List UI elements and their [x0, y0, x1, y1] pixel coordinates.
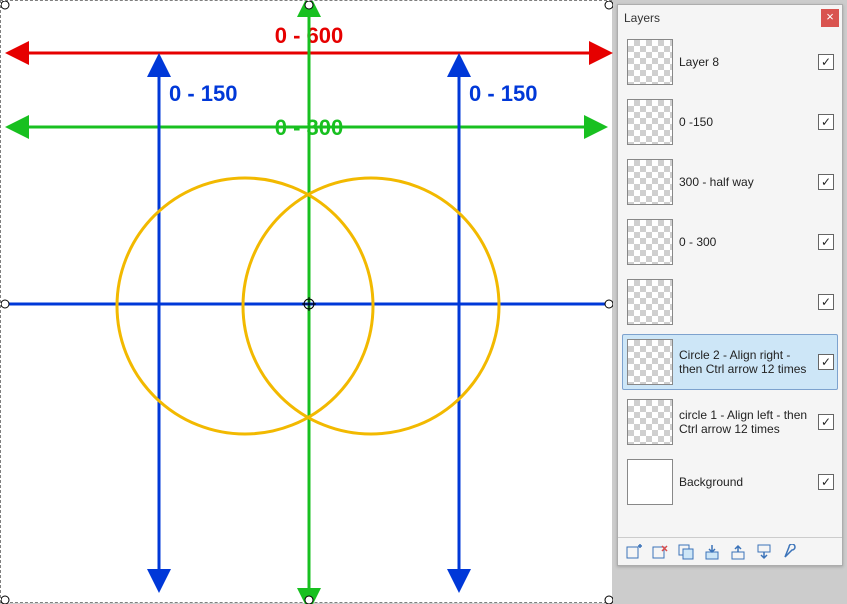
visibility-checkbox[interactable]	[818, 174, 834, 190]
canvas-area[interactable]: 0 - 600 0 - 300 0 - 150 0 - 150	[0, 0, 612, 603]
layer-thumbnail	[627, 99, 673, 145]
move-down-button[interactable]	[754, 542, 774, 562]
layers-list[interactable]: Layer 8 0 -150 300 - half way 0 - 300 Circle…	[618, 30, 842, 537]
selection-handles[interactable]	[1, 1, 613, 604]
layer-row[interactable]: Circle 2 - Align right - then Ctrl arrow…	[622, 334, 838, 390]
visibility-checkbox[interactable]	[818, 54, 834, 70]
layer-thumbnail	[627, 279, 673, 325]
layer-thumbnail	[627, 459, 673, 505]
visibility-checkbox[interactable]	[818, 234, 834, 250]
layer-name: 0 - 300	[673, 235, 818, 249]
layer-name: Background	[673, 475, 818, 489]
circle-2	[243, 178, 499, 434]
layer-row[interactable]: Layer 8	[622, 34, 838, 90]
duplicate-layer-button[interactable]	[676, 542, 696, 562]
circle-1	[117, 178, 373, 434]
layer-row[interactable]: Background	[622, 454, 838, 510]
layer-row[interactable]: 0 - 300	[622, 214, 838, 270]
layer-row[interactable]: 0 -150	[622, 94, 838, 150]
visibility-checkbox[interactable]	[818, 114, 834, 130]
layer-thumbnail	[627, 399, 673, 445]
layer-row[interactable]	[622, 274, 838, 330]
layer-name: circle 1 - Align left - then Ctrl arrow …	[673, 408, 818, 437]
layer-row[interactable]: circle 1 - Align left - then Ctrl arrow …	[622, 394, 838, 450]
label-0-150-right: 0 - 150	[469, 81, 538, 106]
properties-button[interactable]	[780, 542, 800, 562]
layer-name: 300 - half way	[673, 175, 818, 189]
label-0-150-left: 0 - 150	[169, 81, 238, 106]
close-button[interactable]: ×	[821, 9, 839, 27]
layer-thumbnail	[627, 219, 673, 265]
visibility-checkbox[interactable]	[818, 294, 834, 310]
layer-name: Layer 8	[673, 55, 818, 69]
move-up-button[interactable]	[728, 542, 748, 562]
delete-layer-button[interactable]	[650, 542, 670, 562]
merge-down-button[interactable]	[702, 542, 722, 562]
layer-thumbnail	[627, 159, 673, 205]
layer-thumbnail	[627, 39, 673, 85]
layers-panel: Layers × Layer 8 0 -150 300 - half way 0 - …	[617, 4, 843, 566]
panel-title: Layers	[624, 11, 821, 25]
label-0-300: 0 - 300	[275, 115, 344, 140]
canvas-svg: 0 - 600 0 - 300 0 - 150 0 - 150	[1, 1, 613, 604]
visibility-checkbox[interactable]	[818, 354, 834, 370]
layer-name: Circle 2 - Align right - then Ctrl arrow…	[673, 348, 818, 377]
layer-name: 0 -150	[673, 115, 818, 129]
layers-toolbar	[618, 537, 842, 565]
panel-header: Layers ×	[618, 5, 842, 30]
layer-thumbnail	[627, 339, 673, 385]
layer-row[interactable]: 300 - half way	[622, 154, 838, 210]
add-layer-button[interactable]	[624, 542, 644, 562]
label-0-600: 0 - 600	[275, 23, 344, 48]
visibility-checkbox[interactable]	[818, 474, 834, 490]
center-marker	[302, 297, 316, 311]
visibility-checkbox[interactable]	[818, 414, 834, 430]
